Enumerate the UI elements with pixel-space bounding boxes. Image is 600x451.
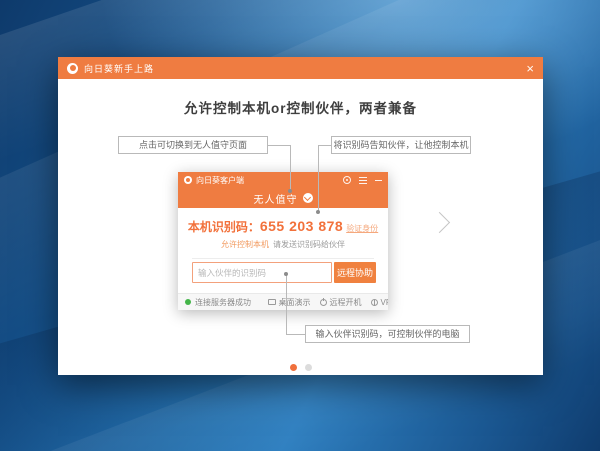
menu-icon[interactable]: [359, 176, 367, 184]
hint-rest: 请发送识别码给伙伴: [273, 240, 345, 249]
connector-dot: [284, 272, 288, 276]
sunflower-logo-icon: [184, 176, 192, 184]
callout-enter-partner-id: 输入伙伴识别码，可控制伙伴的电脑: [305, 325, 470, 343]
client-body: 本机识别码：655 203 878验证身份 允许控制本机请发送识别码给伙伴 远程…: [178, 208, 388, 293]
desktop-demo-label: 桌面演示: [278, 297, 311, 307]
connector-line: [286, 275, 287, 334]
wizard-titlebar: 向日葵新手上路 ×: [58, 57, 543, 79]
hint-highlight: 允许控制本机: [221, 240, 269, 249]
pagination: [58, 364, 543, 371]
vpn-action[interactable]: VPN: [370, 297, 388, 307]
connector-line: [318, 145, 319, 212]
remote-boot-action[interactable]: 远程开机: [319, 297, 362, 308]
connector-line: [290, 145, 291, 191]
hint-line: 允许控制本机 请发送识别码给伙伴: [178, 239, 388, 250]
vpn-icon: [370, 298, 378, 306]
next-page-chevron-icon[interactable]: [428, 211, 451, 234]
client-title: 向日葵客户端: [196, 175, 244, 185]
sunflower-logo-icon: [67, 62, 78, 74]
pagination-dot[interactable]: [304, 364, 312, 371]
pagination-dot-active[interactable]: [289, 364, 297, 371]
remote-boot-label: 远程开机: [329, 297, 362, 307]
monitor-icon: [267, 299, 276, 305]
chevron-down-icon: [302, 193, 313, 203]
device-id-value: 655 203 878: [259, 218, 344, 234]
device-id-label: 本机识别码：: [187, 220, 260, 234]
vpn-label: VPN: [380, 297, 388, 307]
verify-identity-link[interactable]: 验证身份: [346, 224, 378, 233]
connector-line: [286, 334, 305, 335]
desktop-demo-action[interactable]: 桌面演示: [267, 297, 311, 308]
desktop-wallpaper: 向日葵新手上路 × 允许控制本机or控制伙伴，两者兼备 向日葵客户端 无人值守: [0, 0, 600, 451]
power-icon: [319, 297, 327, 306]
callout-share-id: 将识别码告知伙伴，让他控制本机: [331, 136, 471, 154]
connector-line: [268, 145, 290, 146]
client-titlebar-icons: [343, 176, 382, 184]
client-titlebar: 向日葵客户端: [178, 172, 388, 188]
status-actions: 桌面演示 远程开机 VPN: [267, 297, 388, 308]
minimize-icon[interactable]: [375, 179, 382, 181]
gear-icon[interactable]: [343, 176, 351, 184]
connector-dot: [288, 189, 292, 193]
online-status-dot-icon: [185, 299, 191, 305]
client-statusbar: 连接服务器成功 桌面演示 远程开机 VPN: [178, 293, 388, 310]
divider: [192, 258, 374, 259]
device-id-line: 本机识别码：655 203 878 验证身份: [178, 208, 388, 235]
close-icon[interactable]: ×: [526, 62, 534, 75]
remote-assist-button[interactable]: 远程协助: [334, 262, 376, 283]
connector-line: [318, 145, 331, 146]
unattended-dropdown[interactable]: 无人值守: [178, 188, 388, 208]
page-title: 允许控制本机or控制伙伴，两者兼备: [184, 101, 417, 116]
partner-id-input[interactable]: [192, 262, 332, 283]
client-window-preview: 向日葵客户端 无人值守 本机识别码：655 203 878 验证身份 允许控制本机…: [178, 172, 388, 310]
server-status-text: 连接服务器成功: [195, 297, 251, 307]
wizard-window: 向日葵新手上路 × 允许控制本机or控制伙伴，两者兼备 向日葵客户端 无人值守: [58, 57, 543, 375]
callout-unattended: 点击可切换到无人值守页面: [118, 136, 268, 154]
connector-dot: [316, 210, 320, 214]
wizard-title: 向日葵新手上路: [84, 63, 155, 74]
